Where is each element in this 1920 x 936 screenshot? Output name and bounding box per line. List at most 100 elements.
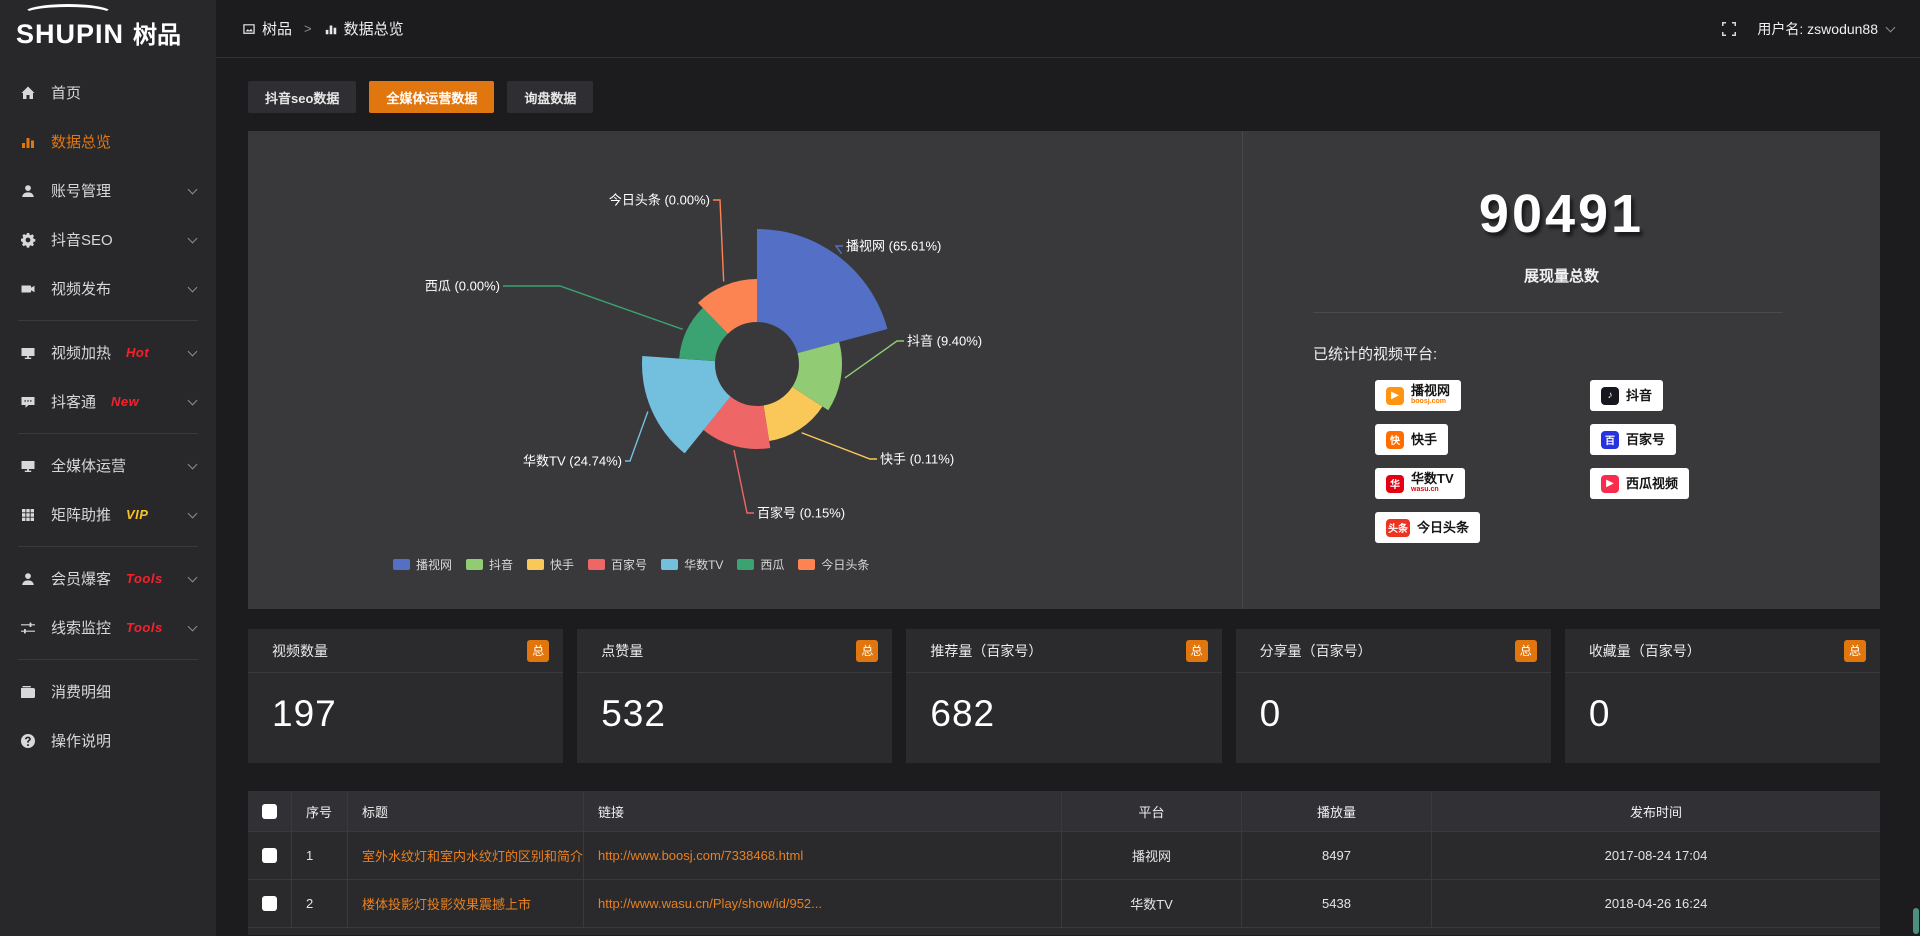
stat-card: 视频数量 总 197 — [248, 629, 563, 763]
sidebar-item-icon — [20, 571, 36, 587]
sidebar-menu-item[interactable]: 数据总览 — [0, 117, 216, 166]
summary-panel: 90491 展现量总数 已统计的视频平台: ▶ 播视网 boosj.com — [1242, 131, 1880, 609]
legend-item[interactable]: 今日头条 — [798, 556, 869, 573]
platform-badge: ▶ 西瓜视频 — [1590, 468, 1689, 499]
row-platform: 播视网 — [1062, 832, 1242, 879]
breadcrumb-current[interactable]: 数据总览 — [344, 18, 404, 39]
sidebar-item-badge: Tools — [126, 571, 163, 586]
sidebar-item-label: 视频发布 — [51, 278, 111, 299]
pie-label: 快手 (0.11%) — [880, 452, 954, 467]
logo-text-cn: 树品 — [133, 15, 181, 50]
sidebar-menu-item[interactable]: 全媒体运营 — [0, 441, 216, 490]
chevron-down-icon — [188, 459, 198, 469]
sidebar-item-label: 消费明细 — [51, 681, 111, 702]
sidebar-item-label: 视频加热 — [51, 342, 111, 363]
row-checkbox-cell — [248, 880, 292, 927]
row-checkbox[interactable] — [262, 848, 277, 863]
platform-logo-icon: 华 — [1386, 475, 1404, 493]
row-platform: 华数TV — [1062, 880, 1242, 927]
fullscreen-icon[interactable] — [1721, 21, 1737, 37]
breadcrumb-separator: > — [304, 21, 312, 36]
data-tab[interactable]: 询盘数据 — [507, 81, 593, 113]
sidebar-menu-item[interactable]: 会员爆客 Tools — [0, 554, 216, 603]
legend-item[interactable]: 百家号 — [588, 556, 647, 573]
platform-badge-text: 抖音 — [1626, 389, 1652, 403]
select-all-checkbox[interactable] — [262, 804, 277, 819]
sidebar-menu-item[interactable]: 操作说明 — [0, 716, 216, 765]
platform-logo-icon: ▶ — [1601, 475, 1619, 493]
sidebar-item-icon — [20, 733, 36, 749]
legend-label: 华数TV — [684, 556, 723, 573]
header-platform: 平台 — [1062, 791, 1242, 831]
row-url-link[interactable]: http://www.wasu.cn/Play/show/id/952... — [584, 880, 1062, 927]
pie-label: 今日头条 (0.00%) — [609, 193, 710, 208]
sidebar-item-badge: Tools — [126, 620, 163, 635]
sidebar-item-icon — [20, 458, 36, 474]
legend-swatch — [466, 559, 483, 570]
platform-badge-text: 快手 — [1411, 433, 1437, 447]
legend-swatch — [527, 559, 544, 570]
legend-label: 西瓜 — [760, 556, 784, 573]
pie-label: 抖音 (9.40%) — [907, 334, 982, 349]
legend-item[interactable]: 西瓜 — [737, 556, 784, 573]
sidebar-menu-item[interactable]: 抖客通 New — [0, 377, 216, 426]
data-tab[interactable]: 抖音seo数据 — [248, 81, 356, 113]
platform-logo-icon: ♪ — [1601, 387, 1619, 405]
sidebar-item-icon — [20, 507, 36, 523]
sidebar-menu-item[interactable]: 首页 — [0, 68, 216, 117]
pie-label: 华数TV (24.74%) — [523, 454, 622, 469]
sidebar-item-icon — [20, 345, 36, 361]
legend-swatch — [661, 559, 678, 570]
platform-badge: ♪ 抖音 — [1590, 380, 1663, 411]
app-logo[interactable]: SHUPIN 树品 — [0, 0, 216, 58]
row-checkbox[interactable] — [262, 896, 277, 911]
stat-card-label: 点赞量 — [601, 641, 643, 661]
pie-svg: 播视网 (65.61%)抖音 (9.40%)快手 (0.11%)百家号 (0.1… — [248, 131, 1242, 609]
sidebar-menu-item[interactable]: 抖音SEO — [0, 215, 216, 264]
stat-cards: 视频数量 总 197 点赞量 总 532 推荐量（百家号） 总 682 — [248, 629, 1880, 763]
row-title-link[interactable]: 楼体投影灯投影效果震撼上市 — [348, 880, 584, 927]
sidebar-item-icon — [20, 620, 36, 636]
data-tab[interactable]: 全媒体运营数据 — [369, 81, 494, 113]
sidebar-menu: 首页 数据总览 账号管理 抖音SE — [0, 58, 216, 765]
main-content: 抖音seo数据 全媒体运营数据 询盘数据 播视网 (65.61%)抖音 (9.4… — [216, 59, 1920, 936]
row-checkbox-cell — [248, 832, 292, 879]
sidebar-item-label: 抖客通 — [51, 391, 96, 412]
sidebar-menu-item[interactable]: 消费明细 — [0, 667, 216, 716]
sidebar-menu-item[interactable]: 线索监控 Tools — [0, 603, 216, 652]
platform-name: 西瓜视频 — [1626, 477, 1678, 491]
sidebar-menu-item[interactable]: 视频发布 — [0, 264, 216, 313]
pie-label-line — [625, 411, 648, 461]
legend-item[interactable]: 播视网 — [393, 556, 452, 573]
pie-label-line — [802, 433, 877, 459]
sidebar-item-label: 会员爆客 — [51, 568, 111, 589]
row-title-link[interactable]: 室外水纹灯和室内水纹灯的区别和简介 — [348, 832, 584, 879]
sidebar-item-badge: VIP — [126, 507, 148, 522]
header-publish-time: 发布时间 — [1432, 791, 1880, 831]
stat-card-header: 点赞量 总 — [577, 629, 892, 673]
platform-name: 播视网 — [1411, 384, 1450, 398]
row-url-link[interactable]: http://www.boosj.com/7338468.html — [584, 832, 1062, 879]
total-badge: 总 — [527, 640, 549, 662]
legend-item[interactable]: 快手 — [527, 556, 574, 573]
stat-card-value: 0 — [1236, 673, 1551, 735]
breadcrumb-root[interactable]: 树品 — [262, 18, 292, 39]
sidebar-menu-item[interactable]: 账号管理 — [0, 166, 216, 215]
stat-card-header: 收藏量（百家号） 总 — [1565, 629, 1880, 673]
legend-item[interactable]: 抖音 — [466, 556, 513, 573]
stat-card-value: 197 — [248, 673, 563, 735]
table-row: 1 室外水纹灯和室内水纹灯的区别和简介 http://www.boosj.com… — [248, 831, 1880, 879]
chevron-down-icon — [188, 572, 198, 582]
stat-card-header: 视频数量 总 — [248, 629, 563, 673]
total-badge: 总 — [856, 640, 878, 662]
user-menu[interactable]: 用户名: zswodun88 — [1757, 19, 1894, 39]
legend-item[interactable]: 华数TV — [661, 556, 723, 573]
sidebar-divider — [18, 320, 198, 321]
scrollbar-thumb[interactable] — [1913, 908, 1919, 934]
page-scrollbar[interactable] — [1912, 0, 1920, 936]
sidebar-item-label: 矩阵助推 — [51, 504, 111, 525]
username-label: 用户名: zswodun88 — [1757, 19, 1878, 39]
sidebar-menu-item[interactable]: 矩阵助推 VIP — [0, 490, 216, 539]
stat-card-label: 收藏量（百家号） — [1589, 641, 1701, 661]
sidebar-menu-item[interactable]: 视频加热 Hot — [0, 328, 216, 377]
